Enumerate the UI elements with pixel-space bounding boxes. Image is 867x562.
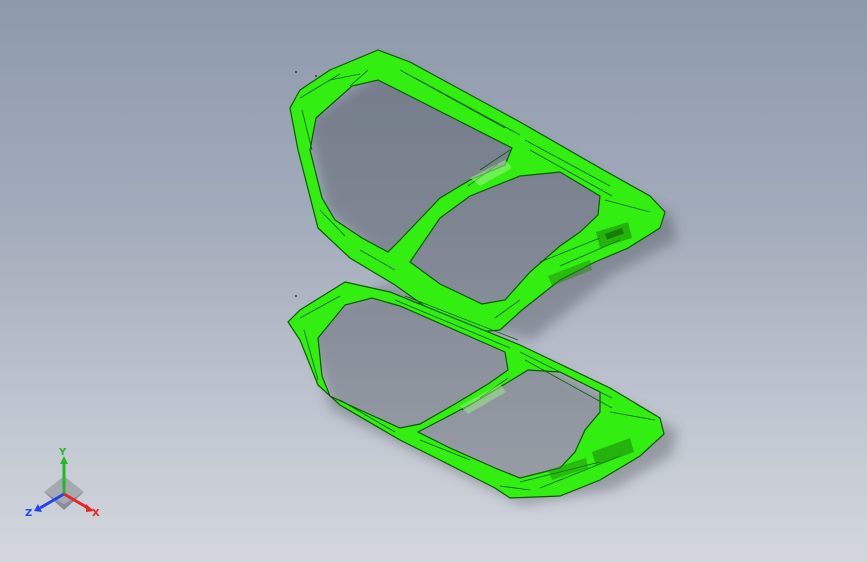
view-orientation-triad[interactable]: Y Z X (22, 446, 106, 524)
door-frame-model[interactable] (0, 0, 867, 562)
z-axis-label: Z (25, 508, 32, 519)
y-axis-label: Y (58, 447, 67, 458)
x-axis-label: X (92, 508, 100, 519)
graphics-viewport[interactable]: Y Z X (0, 0, 867, 562)
